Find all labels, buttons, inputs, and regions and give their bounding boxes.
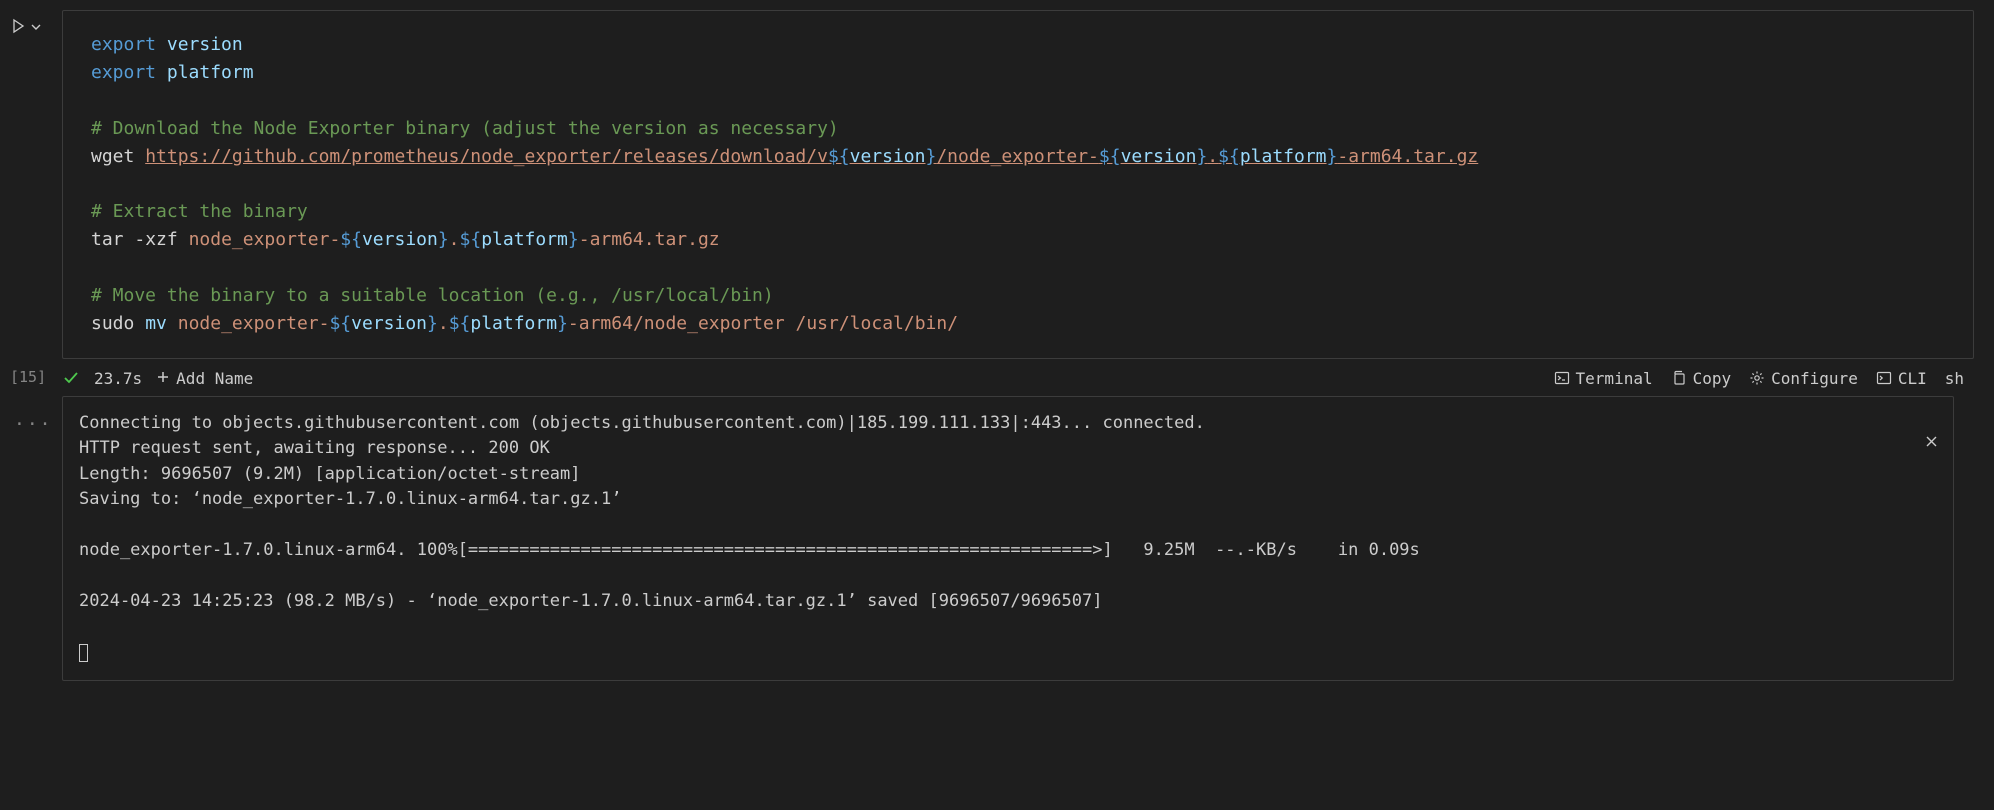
plus-icon — [156, 369, 170, 388]
tar-target: node_exporter-${version}.${platform}-arm… — [189, 229, 720, 250]
keyword-export: export — [91, 62, 156, 83]
flag-xzf: -xzf — [134, 229, 177, 250]
output-line: node_exporter-1.7.0.linux-arm64. 100%[==… — [79, 540, 1420, 560]
terminal-button[interactable]: Terminal — [1554, 369, 1653, 388]
mv-args: node_exporter-${version}.${platform}-arm… — [178, 313, 958, 334]
check-icon — [62, 369, 80, 387]
cursor-icon — [79, 644, 88, 662]
cell-index: [15] — [0, 368, 62, 386]
run-cell-button[interactable] — [10, 18, 42, 38]
status-left: 23.7s Add Name — [62, 369, 253, 388]
add-name-label: Add Name — [176, 369, 253, 388]
cli-icon — [1876, 370, 1892, 386]
play-icon — [10, 18, 26, 38]
configure-button[interactable]: Configure — [1749, 369, 1858, 388]
output-line: Connecting to objects.githubusercontent.… — [79, 413, 1205, 433]
output-gutter[interactable]: ··· — [0, 396, 62, 681]
output-line: Saving to: ‘node_exporter-1.7.0.linux-ar… — [79, 489, 621, 509]
output-line: HTTP request sent, awaiting response... … — [79, 438, 550, 458]
copy-icon — [1671, 370, 1687, 386]
close-output-button[interactable] — [1822, 407, 1939, 484]
output-line: Length: 9696507 (9.2M) [application/octe… — [79, 464, 581, 484]
wget-url[interactable]: https://github.com/prometheus/node_expor… — [145, 146, 1478, 167]
terminal-icon — [1554, 370, 1570, 386]
cmd-mv: mv — [145, 313, 167, 334]
chevron-down-icon — [30, 19, 42, 37]
var-version: version — [167, 34, 243, 55]
output-line: 2024-04-23 14:25:23 (98.2 MB/s) - ‘node_… — [79, 591, 1103, 611]
cell-duration: 23.7s — [94, 369, 142, 388]
status-row: [15] 23.7s Add Name — [62, 359, 1974, 396]
status-right: Terminal Copy Configure — [1554, 369, 1974, 388]
comment-line: # Download the Node Exporter binary (adj… — [91, 118, 839, 139]
output-cell[interactable]: Connecting to objects.githubusercontent.… — [62, 396, 1954, 681]
gear-icon — [1749, 370, 1765, 386]
code-cell[interactable]: export version export platform # Downloa… — [62, 10, 1974, 359]
add-name-button[interactable]: Add Name — [156, 369, 253, 388]
cmd-sudo: sudo — [91, 313, 134, 334]
comment-line: # Extract the binary — [91, 201, 308, 222]
notebook-workspace: export version export platform # Downloa… — [0, 0, 1994, 810]
cell-area: export version export platform # Downloa… — [62, 0, 1994, 810]
keyword-export: export — [91, 34, 156, 55]
cmd-tar: tar — [91, 229, 124, 250]
var-platform: platform — [167, 62, 254, 83]
sh-label[interactable]: sh — [1945, 369, 1964, 388]
copy-button[interactable]: Copy — [1671, 369, 1732, 388]
cli-button[interactable]: CLI — [1876, 369, 1927, 388]
output-row: ··· Connecting to objects.githubusercont… — [0, 396, 1974, 681]
cmd-wget: wget — [91, 146, 134, 167]
comment-line: # Move the binary to a suitable location… — [91, 285, 774, 306]
